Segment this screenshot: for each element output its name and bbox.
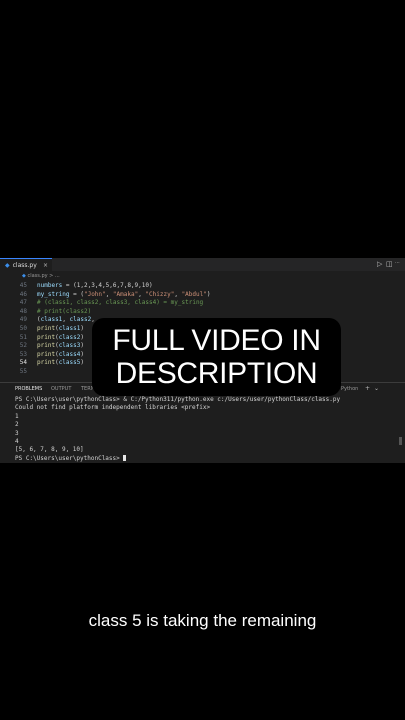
code-line[interactable]: 47 # (class1, class2, class3, class4) = m… — [0, 299, 405, 308]
tab-output[interactable]: OUTPUT — [51, 386, 71, 392]
code-token: # (class1, class2, class3, class4) = my_… — [37, 299, 204, 307]
code-line[interactable]: 48 # print(class2) — [0, 308, 405, 317]
line-number: 55 — [19, 367, 27, 375]
run-icon[interactable]: ▷ — [377, 260, 382, 268]
python-file-icon: ◆ — [22, 273, 26, 279]
breadcrumb[interactable]: ◆ class.py > ... — [22, 273, 60, 279]
code-token: class3 — [58, 342, 81, 350]
add-terminal-icon[interactable]: + — [365, 385, 370, 392]
line-number: 53 — [19, 350, 27, 358]
code-token: "Amaka" — [112, 290, 139, 298]
code-token: print — [37, 324, 56, 332]
code-token: print — [37, 359, 56, 367]
breadcrumb-text: class.py > ... — [27, 273, 60, 279]
code-line[interactable]: 45 numbers = (1,2,3,4,5,6,7,8,9,10) — [0, 282, 405, 291]
terminal-line: 2 — [15, 421, 19, 429]
terminal-line: [5, 6, 7, 8, 9, 10] — [15, 446, 84, 454]
terminal-scrollbar[interactable] — [399, 437, 402, 445]
line-number: 49 — [19, 316, 27, 324]
tab-problems[interactable]: PROBLEMS — [15, 386, 42, 392]
code-token: print — [37, 333, 56, 341]
code-token: class1 — [58, 324, 81, 332]
code-token: # print(class2) — [37, 307, 92, 315]
code-text: print(class3) — [37, 342, 84, 351]
line-number: 54 — [19, 359, 27, 367]
video-caption: class 5 is taking the remaining — [88, 611, 317, 630]
chevron-down-icon[interactable]: ⌄ — [374, 385, 379, 392]
line-number: 45 — [19, 282, 27, 289]
code-text: print(class1) — [37, 325, 84, 334]
code-token: ) — [80, 359, 84, 367]
close-icon[interactable]: × — [43, 262, 48, 269]
code-token: = ( — [69, 290, 84, 298]
code-token: class1 — [40, 316, 63, 324]
overlay-line-1: FULL VIDEO IN — [112, 324, 321, 357]
code-token: print — [37, 350, 56, 358]
code-token: ) — [80, 324, 84, 332]
code-token: "Chizzy" — [145, 290, 175, 298]
code-text: my_string = ("John", "Amaka", "Chizzy", … — [37, 291, 210, 300]
code-token: , — [174, 290, 182, 298]
code-token: numbers — [37, 282, 63, 289]
terminal-line: 1 — [15, 412, 19, 420]
code-token: = (1,2,3,4,5,6,7,8,9,10) — [62, 282, 153, 289]
terminal-prompt-text: PS C:\Users\user\pythonClass> — [15, 454, 124, 462]
line-number: 51 — [19, 333, 27, 341]
code-token: ) — [80, 350, 84, 358]
code-token: class2 — [69, 316, 92, 324]
code-text: # print(class2) — [37, 308, 91, 317]
terminal-shell-label[interactable]: Python — [341, 386, 358, 392]
code-token: , — [105, 290, 113, 298]
code-token: class5 — [58, 359, 81, 367]
tab-class-py[interactable]: ◆ class.py × — [0, 258, 52, 271]
terminal-line: Could not find platform independent libr… — [15, 404, 211, 412]
code-token: print — [37, 342, 56, 350]
line-number: 47 — [19, 299, 27, 307]
line-number: 52 — [19, 342, 27, 350]
more-icon[interactable]: ··· — [395, 260, 400, 266]
code-token: class2 — [58, 333, 81, 341]
editor-tab-bar: ◆ class.py × ▷ ◫ ··· — [0, 258, 405, 271]
terminal-prompt[interactable]: PS C:\Users\user\pythonClass> — [15, 455, 340, 463]
python-file-icon: ◆ — [5, 261, 10, 269]
code-text: numbers = (1,2,3,4,5,6,7,8,9,10) — [37, 282, 153, 291]
overlay-line-2: DESCRIPTION — [115, 357, 318, 390]
code-text: print(class5) — [37, 359, 84, 368]
code-token: my_string — [37, 290, 70, 298]
code-text: # (class1, class2, class3, class4) = my_… — [37, 299, 203, 308]
terminal-line: 3 — [15, 429, 19, 437]
code-token: ) — [80, 333, 84, 341]
code-text: print(class2) — [37, 334, 84, 343]
code-token: ) — [80, 342, 84, 350]
terminal-line: PS C:\Users\user\pythonClass> & C:/Pytho… — [15, 396, 341, 403]
code-text: print(class4) — [37, 351, 84, 360]
line-number: 46 — [19, 290, 27, 298]
line-number: 50 — [19, 324, 27, 332]
code-text: (class1, class2, — [37, 316, 95, 325]
code-token: , — [62, 316, 70, 324]
terminal-cursor — [123, 455, 127, 462]
tab-label: class.py — [12, 261, 37, 269]
terminal-line: 4 — [15, 437, 19, 445]
code-line[interactable]: 46 my_string = ("John", "Amaka", "Chizzy"… — [0, 291, 405, 300]
code-token: class4 — [58, 350, 81, 358]
promo-overlay: FULL VIDEO IN DESCRIPTION — [92, 318, 341, 396]
terminal-output[interactable]: PS C:\Users\user\pythonClass> & C:/Pytho… — [15, 396, 340, 463]
split-editor-icon[interactable]: ◫ — [386, 260, 393, 268]
code-token: "John" — [83, 290, 106, 298]
code-token: "Abdul" — [181, 290, 207, 298]
code-token: ) — [206, 290, 211, 298]
line-number: 48 — [19, 307, 27, 315]
